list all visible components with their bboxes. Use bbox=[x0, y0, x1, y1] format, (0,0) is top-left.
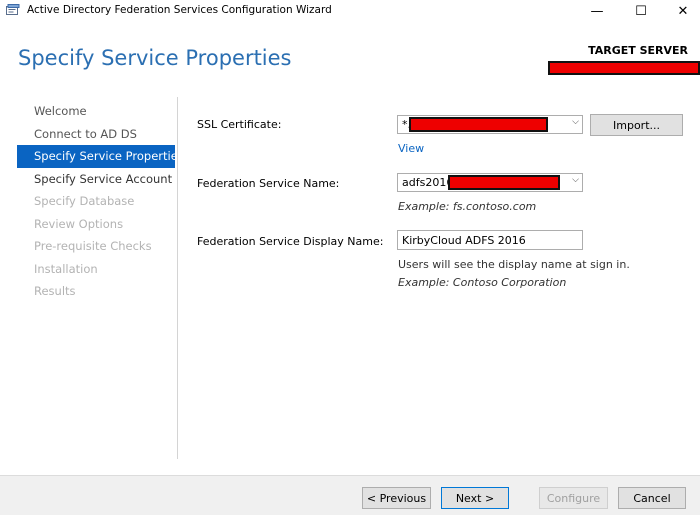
nav-item-installation: Installation bbox=[34, 261, 98, 276]
title-bar: Active Directory Federation Services Con… bbox=[0, 0, 700, 22]
display-name-note: Users will see the display name at sign … bbox=[398, 258, 630, 271]
target-server-redaction bbox=[548, 61, 700, 75]
nav-item-specify-service-properties[interactable]: Specify Service Properties bbox=[17, 145, 184, 168]
close-button[interactable]: ✕ bbox=[660, 0, 700, 22]
wizard-steps-nav: Welcome Connect to AD DS Specify Service… bbox=[17, 100, 184, 303]
server-wizard-icon bbox=[6, 4, 20, 15]
wizard-footer: < Previous Next > Configure Cancel bbox=[0, 475, 700, 515]
chevron-down-icon: ⌵ bbox=[572, 175, 579, 185]
nav-divider bbox=[177, 97, 178, 459]
next-button[interactable]: Next > bbox=[441, 487, 509, 509]
nav-item-prerequisite-checks: Pre-requisite Checks bbox=[34, 239, 152, 253]
cancel-button[interactable]: Cancel bbox=[618, 487, 686, 509]
target-server-label: TARGET SERVER bbox=[588, 44, 688, 57]
nav-item-results: Results bbox=[34, 284, 76, 298]
nav-item-connect-ad-ds[interactable]: Connect to AD DS bbox=[17, 123, 175, 146]
minimize-button[interactable]: — bbox=[574, 0, 620, 22]
display-name-field[interactable] bbox=[397, 230, 583, 250]
federation-service-name-example: Example: fs.contoso.com bbox=[398, 200, 537, 213]
chevron-down-icon: ⌵ bbox=[572, 117, 579, 127]
maximize-button[interactable]: ☐ bbox=[618, 0, 664, 22]
display-name-example: Example: Contoso Corporation bbox=[398, 276, 567, 289]
window-title: Active Directory Federation Services Con… bbox=[27, 4, 332, 16]
previous-button[interactable]: < Previous bbox=[362, 487, 431, 509]
nav-item-specify-service-account[interactable]: Specify Service Account bbox=[17, 168, 175, 191]
nav-item-review-options: Review Options bbox=[34, 216, 124, 231]
federation-service-name-label: Federation Service Name: bbox=[197, 177, 340, 190]
ssl-certificate-redaction bbox=[409, 117, 548, 132]
nav-item-welcome[interactable]: Welcome bbox=[17, 100, 175, 123]
page-title: Specify Service Properties bbox=[18, 46, 292, 70]
display-name-input[interactable] bbox=[398, 231, 582, 249]
configure-button: Configure bbox=[539, 487, 608, 509]
display-name-label: Federation Service Display Name: bbox=[197, 235, 384, 248]
view-certificate-link[interactable]: View bbox=[398, 142, 424, 155]
ssl-certificate-label: SSL Certificate: bbox=[197, 118, 282, 131]
nav-item-specify-database: Specify Database bbox=[34, 194, 135, 208]
federation-service-name-redaction bbox=[448, 175, 560, 190]
import-button[interactable]: Import... bbox=[590, 114, 683, 136]
